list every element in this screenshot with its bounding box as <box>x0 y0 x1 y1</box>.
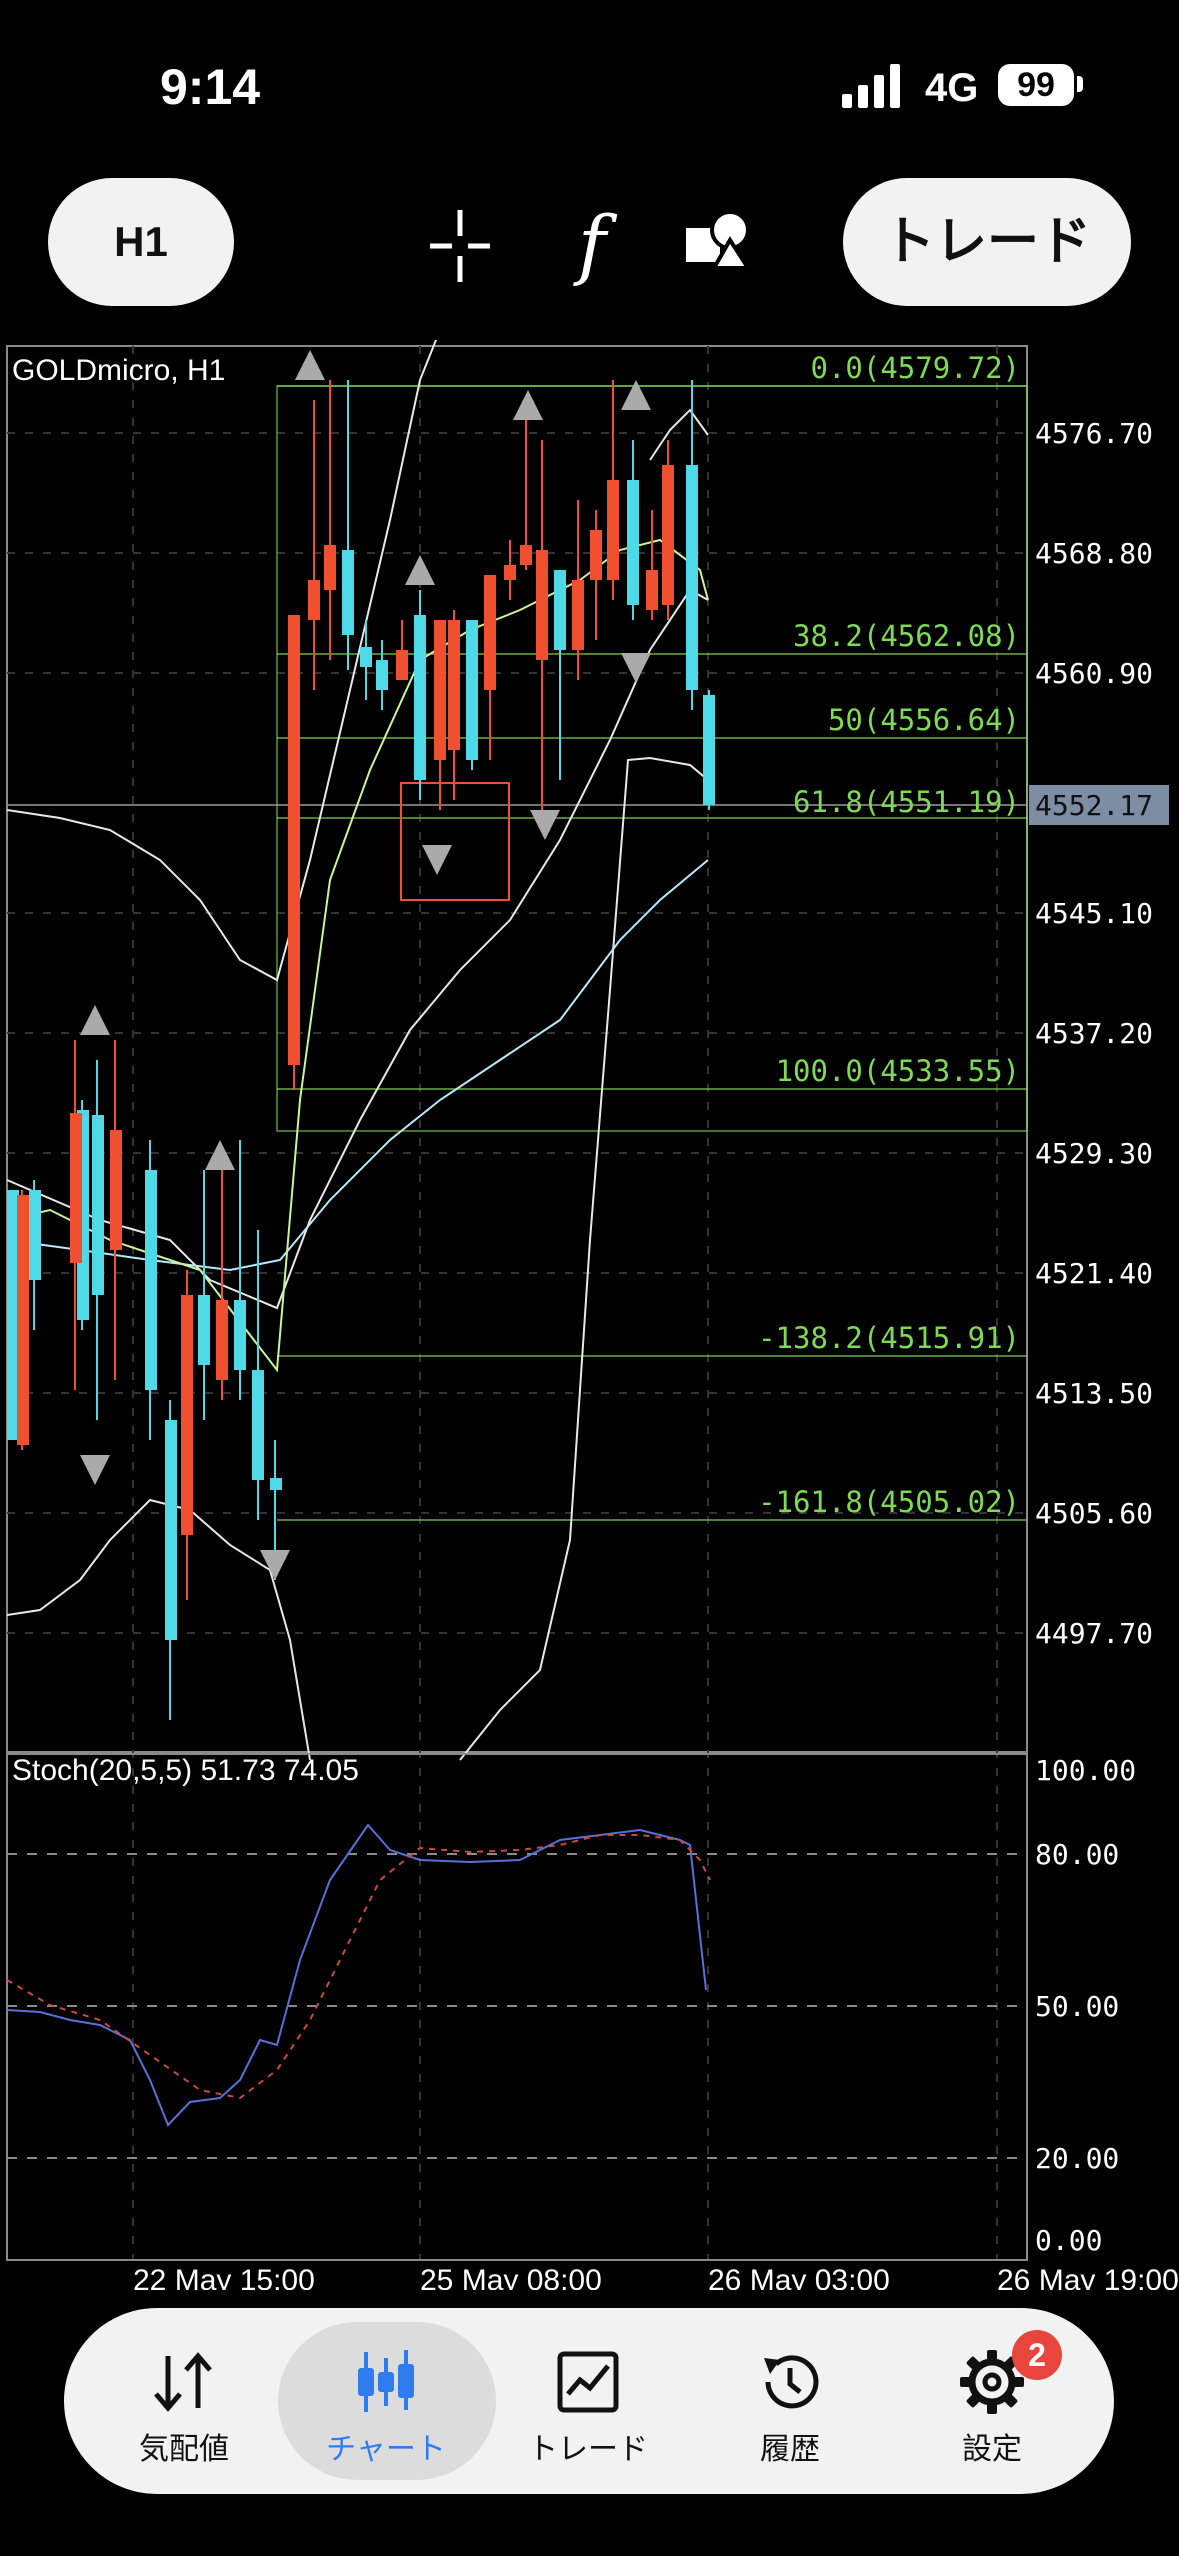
svg-text:4497.70: 4497.70 <box>1035 1617 1153 1650</box>
tab-label: 設定 <box>962 2433 1022 2466</box>
stoch-axis: 100.00 80.00 50.00 20.00 0.00 <box>1035 1754 1136 2257</box>
fib-label-61: 61.8(4551.19) <box>793 785 1020 819</box>
tab-label: 気配値 <box>139 2433 229 2466</box>
chart-title: GOLDmicro, H1 <box>12 354 225 387</box>
signal-icon <box>842 64 900 108</box>
svg-text:4576.70: 4576.70 <box>1035 417 1153 450</box>
svg-text:26 May 19:00: 26 May 19:00 <box>997 2264 1179 2290</box>
svg-text:4529.30: 4529.30 <box>1035 1137 1153 1170</box>
stoch-signal-line <box>6 1834 711 2100</box>
svg-text:4513.50: 4513.50 <box>1035 1377 1153 1410</box>
svg-text:4560.90: 4560.90 <box>1035 657 1153 690</box>
current-price-text: 4552.17 <box>1035 789 1153 822</box>
svg-text:4505.60: 4505.60 <box>1035 1497 1153 1530</box>
tab-history[interactable]: 履歴 <box>690 2308 890 2494</box>
chart-line-icon <box>557 2351 619 2413</box>
svg-text:50.00: 50.00 <box>1035 1990 1119 2023</box>
tab-chart[interactable]: チャート <box>286 2308 486 2494</box>
fractal-arrows <box>80 350 651 1580</box>
history-icon <box>764 2355 819 2409</box>
trade-button[interactable]: トレード <box>843 178 1131 306</box>
svg-text:100.00: 100.00 <box>1035 1754 1136 1787</box>
fib-label-38: 38.2(4562.08) <box>793 619 1020 653</box>
battery-tip <box>1077 76 1083 92</box>
status-time: 9:14 <box>160 59 261 115</box>
svg-text:20.00: 20.00 <box>1035 2142 1119 2175</box>
arrows-updown-icon <box>154 2352 212 2412</box>
price-grid <box>7 432 1027 1634</box>
fib-label-0: 0.0(4579.72) <box>810 351 1020 385</box>
fib-label-138: -138.2(4515.91) <box>758 1321 1020 1355</box>
drawn-rectangle[interactable] <box>400 782 510 901</box>
timeframe-button[interactable]: H1 <box>48 178 234 306</box>
fib-label-100: 100.0(4533.55) <box>776 1054 1020 1088</box>
network-type: 4G <box>925 66 979 110</box>
price-chart[interactable]: 0.0(4579.72) 38.2(4562.08) 50(4556.64) 6… <box>0 340 1179 2290</box>
bollinger-upper <box>6 340 438 982</box>
svg-text:4521.40: 4521.40 <box>1035 1257 1153 1290</box>
indicators-icon[interactable]: f <box>560 200 624 288</box>
svg-text:22 May 15:00: 22 May 15:00 <box>133 2264 315 2290</box>
price-axis: 4576.70 4568.80 4560.90 4545.10 4537.20 … <box>1035 417 1153 1650</box>
tab-settings[interactable]: 設定 <box>892 2308 1092 2494</box>
stoch-main-line <box>6 1823 707 2127</box>
fib-label-161: -161.8(4505.02) <box>758 1485 1020 1519</box>
fib-label-50: 50(4556.64) <box>828 703 1020 737</box>
battery-icon: 99 <box>998 64 1074 106</box>
svg-text:25 May 08:00: 25 May 08:00 <box>420 2264 602 2290</box>
time-axis: 22 May 15:00 25 May 08:00 26 May 03:00 2… <box>133 2264 1179 2290</box>
bollinger-lower-2 <box>459 756 709 1761</box>
bollinger-lower <box>6 1498 311 1761</box>
tab-label: 履歴 <box>760 2433 820 2466</box>
crosshair-icon[interactable] <box>428 208 492 284</box>
settings-badge: 2 <box>1012 2330 1062 2380</box>
svg-text:4545.10: 4545.10 <box>1035 897 1153 930</box>
objects-icon[interactable] <box>684 210 750 270</box>
bollinger-upper-2 <box>649 408 709 461</box>
svg-text:80.00: 80.00 <box>1035 1838 1119 1871</box>
svg-text:4537.20: 4537.20 <box>1035 1017 1153 1050</box>
stoch-levels <box>7 1853 1027 2159</box>
tab-trade[interactable]: トレード <box>488 2308 688 2494</box>
stoch-label: Stoch(20,5,5) 51.73 74.05 <box>12 1754 359 1787</box>
tab-quotes[interactable]: 気配値 <box>84 2308 284 2494</box>
svg-text:26 May 03:00: 26 May 03:00 <box>708 2264 890 2290</box>
svg-text:0.00: 0.00 <box>1035 2224 1102 2257</box>
tab-bar: 気配値 チャート トレード 履歴 設定 <box>64 2308 1114 2494</box>
svg-text:4568.80: 4568.80 <box>1035 537 1153 570</box>
candles-icon <box>358 2350 414 2412</box>
tab-label: トレード <box>528 2433 648 2466</box>
candles <box>7 380 715 1720</box>
tab-label: チャート <box>326 2433 446 2466</box>
